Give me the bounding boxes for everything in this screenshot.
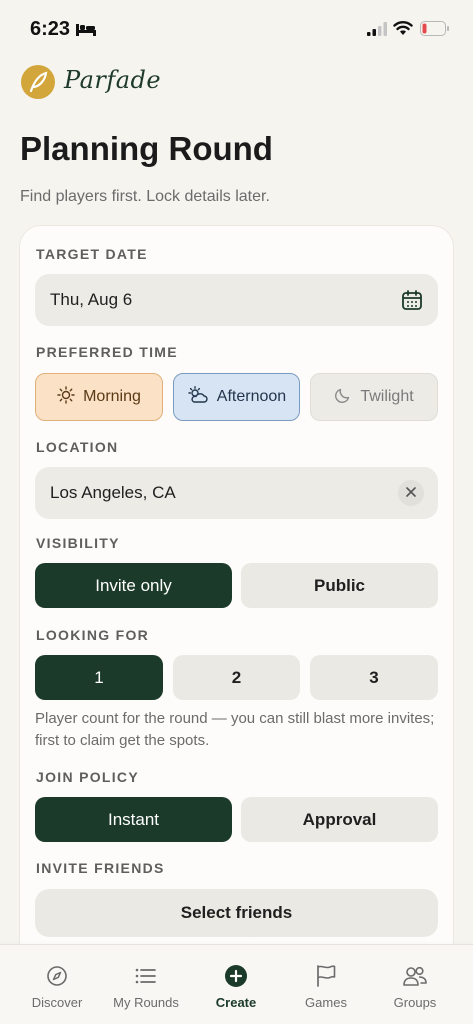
join-policy-label: JOIN POLICY (36, 769, 139, 785)
player-count-2[interactable]: 2 (173, 655, 300, 700)
tab-my-rounds[interactable]: My Rounds (99, 945, 193, 1024)
tab-groups[interactable]: Groups (368, 945, 462, 1024)
time-option-label: Afternoon (216, 388, 287, 405)
location-value: Los Angeles, CA (50, 483, 176, 502)
time-option-twilight[interactable]: Twilight (310, 373, 438, 421)
time-option-label: Morning (83, 388, 141, 405)
time-option-label: Twilight (360, 388, 414, 405)
visibility-label: VISIBILITY (36, 535, 120, 551)
status-bar: 6:23 (0, 0, 473, 58)
time-option-afternoon[interactable]: Afternoon (173, 373, 300, 421)
preferred-time-label: PREFERRED TIME (36, 344, 178, 360)
join-policy-instant[interactable]: Instant (35, 797, 232, 842)
brand-name: Parfade (64, 66, 162, 94)
page-subtitle: Find players first. Lock details later. (20, 188, 270, 205)
target-date-value: Thu, Aug 6 (50, 290, 133, 309)
tab-label: Groups (393, 995, 437, 1010)
invite-friends-label: INVITE FRIENDS (36, 860, 165, 876)
tab-label: Games (305, 995, 347, 1010)
tab-discover[interactable]: Discover (10, 945, 104, 1024)
tab-label: My Rounds (113, 995, 179, 1010)
select-friends-button[interactable]: Select friends (35, 889, 438, 937)
moon-icon (334, 386, 352, 409)
battery-icon (420, 21, 450, 41)
tab-bar: Discover My Rounds Create Games Groups (0, 944, 473, 1024)
cloud-sun-icon (187, 385, 209, 409)
flag-icon (315, 963, 337, 989)
people-icon (402, 963, 428, 989)
looking-for-label: LOOKING FOR (36, 627, 150, 643)
calendar-icon[interactable] (401, 289, 423, 316)
target-date-field[interactable]: Thu, Aug 6 (35, 274, 438, 326)
tab-games[interactable]: Games (279, 945, 373, 1024)
target-date-label: TARGET DATE (36, 246, 148, 262)
join-policy-approval[interactable]: Approval (241, 797, 438, 842)
visibility-public[interactable]: Public (241, 563, 438, 608)
close-icon (406, 484, 416, 502)
list-icon (135, 963, 157, 989)
sun-icon (57, 385, 75, 409)
visibility-invite-only[interactable]: Invite only (35, 563, 232, 608)
page-title: Planning Round (20, 130, 273, 167)
location-label: LOCATION (36, 439, 119, 455)
clear-location-button[interactable] (398, 480, 424, 506)
status-time: 6:23 (30, 18, 71, 40)
player-count-helper: Player count for the round — you can sti… (35, 710, 435, 749)
location-field[interactable]: Los Angeles, CA (35, 467, 438, 519)
tab-create[interactable]: Create (189, 945, 283, 1024)
time-option-morning[interactable]: Morning (35, 373, 163, 421)
player-count-1[interactable]: 1 (35, 655, 163, 700)
plus-circle-icon (224, 963, 248, 989)
wifi-icon (393, 20, 413, 41)
bed-icon (76, 22, 96, 41)
player-count-3[interactable]: 3 (310, 655, 438, 700)
cellular-signal-icon (367, 22, 387, 41)
feather-logo-icon (20, 64, 56, 105)
compass-icon (46, 963, 68, 989)
tab-label: Discover (31, 995, 83, 1010)
tab-label: Create (215, 995, 257, 1010)
